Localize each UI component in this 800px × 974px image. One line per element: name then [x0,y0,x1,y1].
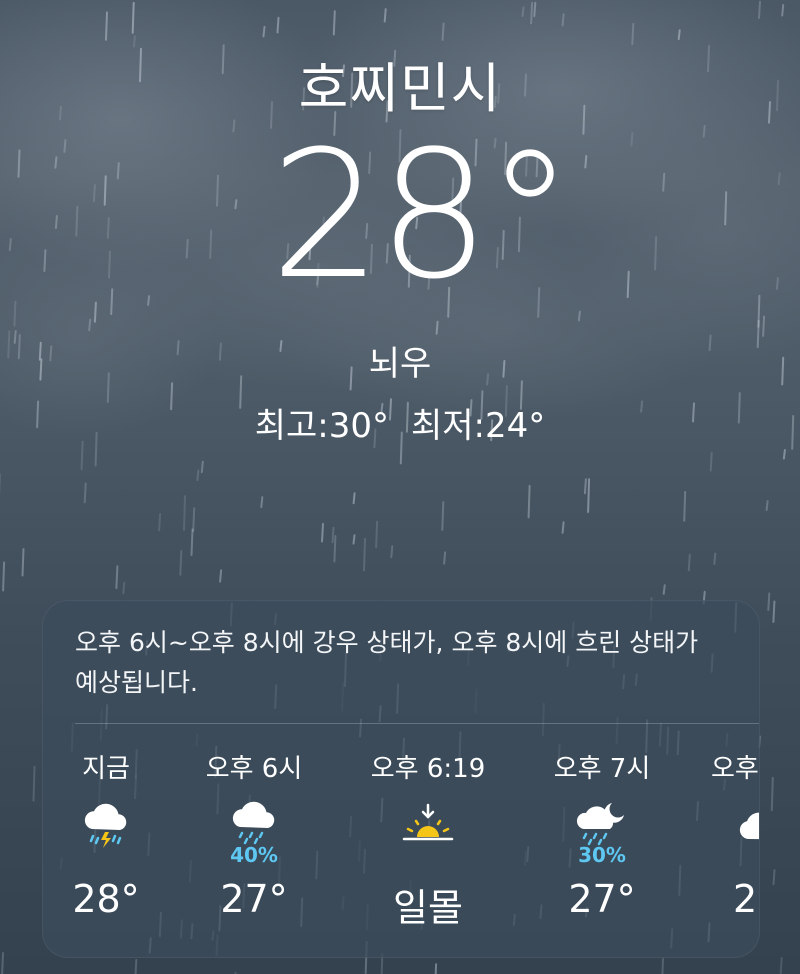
high-temperature: 최고:30° [254,406,389,446]
rain-streak [521,6,525,17]
hour-value: 2 [733,877,758,921]
current-temperature: 28° [270,113,574,318]
rain-streak [527,484,531,519]
rain-streak [333,535,337,563]
rain-streak [677,29,681,41]
rain-streak [260,496,264,509]
rain-streak [321,522,324,543]
rain-streak [331,526,335,544]
rain-streak [122,581,126,595]
low-temperature: 최저:24° [411,406,546,446]
rain-streak [83,482,87,504]
rain-streak [441,22,445,41]
rain-streak [190,528,194,556]
rain-streak [434,963,438,974]
rain-streak [352,534,356,545]
rain-streak [105,11,108,41]
rain-streak [441,501,445,531]
rain-streak [781,4,785,17]
rain-streak [93,301,97,323]
rain-streak [631,22,635,46]
rain-streak [2,561,6,592]
rain-streak [183,495,186,531]
rain-streak [375,520,379,549]
hour-item-now[interactable]: 지금 28° [43,749,181,921]
rain-streak [772,600,776,623]
rain-streak [179,549,183,576]
cloud-bolt-rain-icon [43,789,181,867]
rain-streak [683,490,687,522]
rain-streak [583,478,587,495]
precipitation-chance: 30% [578,843,626,867]
rain-streak [767,592,771,611]
sunset-icon [353,789,503,867]
rain-streak [709,452,713,472]
hour-item-sunset[interactable]: 오후 6:19 일몰 [353,749,503,930]
rain-streak [219,569,223,583]
rain-streak [530,2,534,25]
rain-streak [662,584,666,595]
hour-item-8pm[interactable]: 오후 2 [709,749,759,921]
rain-streak [587,478,591,513]
rain-streak [782,449,786,460]
rain-streak [332,10,336,36]
rain-streak [363,538,366,572]
hour-item-6pm[interactable]: 오후 6시 40% 27° [179,749,329,921]
hour-time: 지금 [82,754,130,784]
rain-streak [713,552,717,565]
hour-item-7pm[interactable]: 오후 7시 30% 27° [527,749,677,921]
high-low: 최고:30° 최저:24° [0,398,800,447]
rain-streak [383,8,387,23]
rain-streak [131,1,135,34]
rain-streak [276,16,280,34]
rain-streak [390,545,394,559]
hour-time: 오후 6시 [205,754,303,784]
hour-value: 27° [220,877,288,921]
rain-streak [200,460,204,474]
rain-streak [32,765,36,802]
rain-streak [88,318,92,332]
hour-time: 오후 [711,754,759,784]
hour-time: 오후 6:19 [370,754,486,784]
rain-streak [765,500,769,511]
rain-streak [561,521,565,534]
rain-streak [687,553,691,572]
hour-value: 27° [568,877,636,921]
rain-streak [192,507,196,533]
rain-streak [779,957,783,974]
rain-streak [115,565,119,590]
divider [75,723,759,724]
rain-streak [1,952,4,974]
rain-streak [435,320,439,335]
forecast-summary: 오후 6시~오후 8시에 강우 상태가, 오후 8시에 흐린 상태가 예상됩니다… [75,628,699,697]
precipitation-chance: 40% [230,843,278,867]
rain-streak [134,959,138,974]
hour-time: 오후 7시 [553,754,651,784]
hourly-forecast-card[interactable]: 오후 6시~오후 8시에 강우 상태가, 오후 8시에 흐린 상태가 예상됩니다… [42,600,760,958]
hour-value: 일몰 [393,886,463,930]
rain-streak [158,513,162,532]
rain-streak [758,0,761,19]
rain-streak [770,776,774,812]
rain-streak [762,315,766,337]
rain-streak [196,469,200,482]
rain-streak [443,551,447,565]
hour-value: 28° [72,877,140,921]
rain-streak [13,300,17,327]
condition-text: 뇌우 [368,344,432,384]
rain-streak [561,13,565,27]
rain-streak [352,492,356,505]
rain-streak [661,957,664,974]
rain-streak [262,25,266,38]
rain-streak [533,1,537,18]
city-name: 호찌민시 [298,57,502,120]
cloud-icon [709,789,759,867]
rain-streak [21,548,25,577]
rain-streak [772,869,776,886]
rain-streak [577,310,581,322]
